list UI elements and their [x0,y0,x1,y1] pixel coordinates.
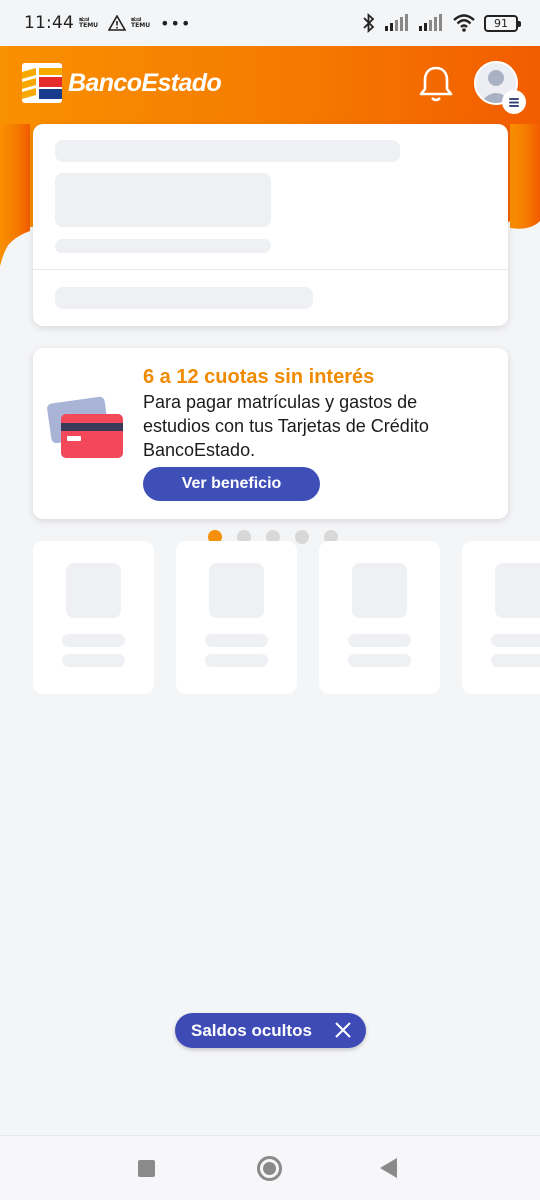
status-time: 11:44 [24,13,74,33]
battery-icon: 91 [484,14,521,32]
back-button[interactable] [380,1158,397,1178]
wifi-icon [453,14,475,32]
skeleton-line [205,654,268,667]
recents-button[interactable] [138,1160,155,1177]
skeleton-line [55,140,400,162]
promo-description: Para pagar matrículas y gastos de estudi… [143,392,429,460]
promo-card[interactable]: 6 a 12 cuotas sin interés Para pagar mat… [33,348,508,519]
quick-action-tile[interactable] [176,541,297,694]
quick-action-tile[interactable] [462,541,540,694]
more-notifications-icon: ••• [160,13,192,33]
bluetooth-icon [363,13,375,33]
signal-icon [385,14,408,31]
skeleton-line [55,287,313,309]
saldos-label: Saldos ocultos [191,1020,312,1040]
skeleton-block [55,173,271,227]
menu-icon[interactable] [502,90,526,114]
skeleton-line [348,654,411,667]
promo-title: 6 a 12 cuotas sin interés [143,366,375,388]
skeleton-line [491,634,540,647]
quick-action-tile[interactable] [33,541,154,694]
skeleton-line [348,634,411,647]
saldos-ocultos-chip[interactable]: Saldos ocultos [175,1013,366,1048]
status-bar: 11:44 ಹುಚ TEMU ಹುಚ TEMU ••• 91 [0,0,540,46]
system-navigation-bar [0,1135,540,1200]
skeleton-icon [209,563,264,618]
temu-bottom-label: TEMU [131,22,151,29]
skeleton-icon [495,563,540,618]
skeleton-line [205,634,268,647]
home-button[interactable] [257,1156,282,1181]
account-summary-card[interactable] [33,124,508,326]
card-divider [33,269,508,270]
carousel-dot[interactable] [295,530,309,544]
ver-beneficio-button[interactable]: Ver beneficio [143,467,320,501]
skeleton-line [55,239,271,253]
close-icon[interactable] [334,1021,352,1039]
logo-mark-icon [22,63,62,103]
skeleton-icon [66,563,121,618]
skeleton-line [62,654,125,667]
skeleton-icon [352,563,407,618]
brand-name: BancoEstado [68,68,222,97]
temu-notification-icon: ಹುಚ TEMU [79,17,98,29]
bancoestado-logo: BancoEstado [22,63,222,103]
temu-notification-icon: ಹುಚ TEMU [131,17,150,29]
quick-action-tile[interactable] [319,541,440,694]
skeleton-line [62,634,125,647]
credit-card-icon [47,396,123,458]
signal-icon [419,14,442,31]
temu-bottom-label: TEMU [79,22,99,29]
warning-icon [108,15,127,31]
bell-icon[interactable] [418,64,454,104]
battery-level: 91 [494,16,508,30]
skeleton-line [491,654,540,667]
